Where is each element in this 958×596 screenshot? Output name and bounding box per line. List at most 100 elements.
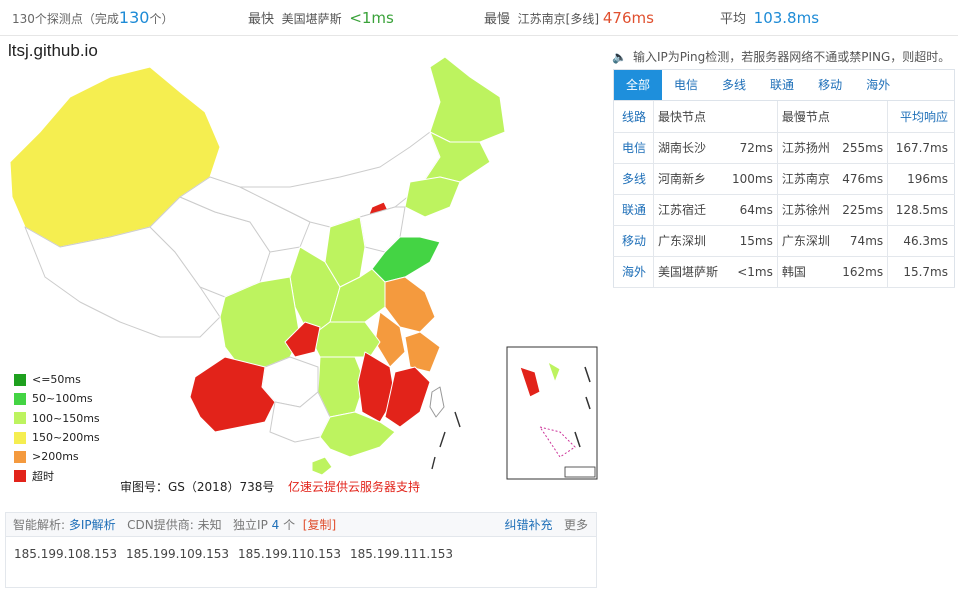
tab-all[interactable]: 全部: [614, 70, 663, 100]
dns-info-header: 智能解析: 多IP解析 CDN提供商: 未知 独立IP 4 个 [复制] 纠错补…: [6, 513, 596, 537]
row-slow-node: 江苏扬州: [777, 132, 837, 164]
report-error-link[interactable]: 纠错补充: [505, 518, 553, 532]
table-row: 电信 湖南长沙 72ms 江苏扬州 255ms 167.7ms: [613, 132, 955, 164]
legend-item: >200ms: [14, 447, 100, 466]
table-row: 多线 河南新乡 100ms 江苏南京 476ms 196ms: [613, 163, 955, 195]
cdn-provider: CDN提供商: 未知: [127, 518, 222, 532]
row-average: 167.7ms: [887, 132, 955, 164]
row-slow-node: 广东深圳: [777, 225, 837, 257]
legend-swatch: [14, 412, 26, 425]
row-slow-node: 韩国: [777, 256, 837, 288]
row-average: 128.5ms: [887, 194, 955, 226]
header-fastest: 最快节点: [653, 101, 778, 133]
probe-count-label: 130个探测点（完成: [12, 12, 119, 26]
row-fast-ms: 100ms: [726, 163, 778, 195]
row-line[interactable]: 电信: [613, 132, 654, 164]
fastest-label: 最快: [248, 12, 275, 27]
slowest-node: 江苏南京[多线]: [517, 12, 600, 26]
ping-hint-text: 输入IP为Ping检测，若服务器网络不通或禁PING，则超时。: [632, 50, 951, 64]
line-stats-table: 线路 最快节点 最慢节点 平均响应 电信 湖南长沙 72ms 江苏扬州 255m…: [613, 101, 955, 288]
legend-item: 超时: [14, 466, 100, 485]
header-line: 线路: [613, 101, 654, 133]
dns-header-actions: 纠错补充 更多: [505, 513, 588, 537]
region-yunnan[interactable]: [189, 356, 276, 433]
legend-label: >200ms: [32, 450, 79, 464]
table-row: 移动 广东深圳 15ms 广东深圳 74ms 46.3ms: [613, 225, 955, 257]
tab-telecom[interactable]: 电信: [662, 70, 710, 100]
row-fast-ms: 64ms: [726, 194, 778, 226]
tab-mobile[interactable]: 移动: [806, 70, 854, 100]
row-fast-node: 美国堪萨斯: [653, 256, 727, 288]
row-line[interactable]: 联通: [613, 194, 654, 226]
legend-label: <=50ms: [32, 373, 81, 387]
header-average: 平均响应: [887, 101, 955, 133]
probe-count-suffix: 个）: [149, 12, 174, 26]
row-fast-node: 湖南长沙: [653, 132, 727, 164]
summary-bar: 130个探测点（完成130个） 最快 美国堪萨斯 <1ms 最慢 江苏南京[多线…: [0, 0, 958, 36]
smart-resolve-link[interactable]: 多IP解析: [69, 518, 116, 532]
legend-swatch: [14, 470, 26, 483]
region-zhejiang[interactable]: [404, 331, 441, 373]
ip-address: 185.199.111.153: [350, 547, 454, 561]
row-fast-ms: <1ms: [726, 256, 778, 288]
legend-item: 150~200ms: [14, 428, 100, 447]
ping-map: ltsj.github.io <=50ms 50~100ms 100~150ms…: [0, 37, 600, 500]
tab-multiline[interactable]: 多线: [710, 70, 758, 100]
table-row: 海外 美国堪萨斯 <1ms 韩国 162ms 15.7ms: [613, 256, 955, 288]
probe-count-value: 130: [118, 8, 150, 27]
legend-label: 50~100ms: [32, 392, 93, 406]
legend-swatch: [14, 431, 26, 444]
ip-address: 185.199.109.153: [126, 547, 230, 561]
legend-item: <=50ms: [14, 370, 100, 389]
row-line[interactable]: 海外: [613, 256, 654, 288]
ping-hint: 🔈 输入IP为Ping检测，若服务器网络不通或禁PING，则超时。: [612, 48, 950, 65]
row-slow-ms: 255ms: [836, 132, 889, 164]
row-fast-node: 河南新乡: [653, 163, 727, 195]
row-average: 196ms: [887, 163, 955, 195]
row-slow-ms: 225ms: [836, 194, 889, 226]
sponsor-link[interactable]: 亿速云提供云服务器支持: [288, 478, 420, 495]
region-hainan[interactable]: [311, 456, 333, 476]
row-line[interactable]: 多线: [613, 163, 654, 195]
row-slow-ms: 476ms: [836, 163, 889, 195]
row-fast-node: 广东深圳: [653, 225, 727, 257]
fastest-summary: 最快 美国堪萨斯 <1ms: [248, 0, 394, 36]
row-fast-node: 江苏宿迁: [653, 194, 727, 226]
legend-item: 100~150ms: [14, 409, 100, 428]
map-approval-number: 审图号：GS（2018）738号: [120, 480, 275, 494]
legend-label: 150~200ms: [32, 431, 100, 445]
tab-overseas[interactable]: 海外: [854, 70, 902, 100]
average-summary: 平均 103.8ms: [720, 0, 819, 36]
legend-item: 50~100ms: [14, 389, 100, 408]
line-tabs: 全部 电信 多线 联通 移动 海外: [613, 69, 955, 101]
tab-unicom[interactable]: 联通: [758, 70, 806, 100]
fastest-node: 美国堪萨斯: [281, 12, 342, 26]
site-domain: ltsj.github.io: [8, 41, 98, 60]
row-slow-node: 江苏南京: [777, 163, 837, 195]
table-row: 联通 江苏宿迁 64ms 江苏徐州 225ms 128.5ms: [613, 194, 955, 226]
map-legend: <=50ms 50~100ms 100~150ms 150~200ms >200…: [14, 370, 100, 486]
row-fast-ms: 15ms: [726, 225, 778, 257]
header-slowest: 最慢节点: [777, 101, 889, 133]
fastest-value: <1ms: [349, 9, 394, 27]
more-link[interactable]: 更多: [564, 518, 588, 532]
region-guangdong[interactable]: [319, 411, 396, 458]
table-header-row: 线路 最快节点 最慢节点 平均响应: [613, 101, 955, 133]
ip-address: 185.199.108.153: [14, 547, 118, 561]
ip-address: 185.199.110.153: [238, 547, 342, 561]
row-average: 15.7ms: [887, 256, 955, 288]
region-taiwan[interactable]: [429, 386, 445, 418]
row-slow-ms: 74ms: [836, 225, 889, 257]
legend-swatch: [14, 373, 26, 386]
south-china-sea-inset: [506, 346, 598, 480]
region-liaoning[interactable]: [404, 176, 461, 218]
copy-button[interactable]: [复制]: [303, 518, 336, 532]
sea-border-lines: [431, 411, 461, 470]
row-slow-node: 江苏徐州: [777, 194, 837, 226]
slowest-summary: 最慢 江苏南京[多线] 476ms: [484, 0, 654, 36]
legend-label: 100~150ms: [32, 411, 100, 425]
legend-label: 超时: [32, 470, 54, 484]
region-heilongjiang[interactable]: [429, 56, 506, 143]
row-line[interactable]: 移动: [613, 225, 654, 257]
unique-ip-count: 4: [271, 518, 280, 532]
